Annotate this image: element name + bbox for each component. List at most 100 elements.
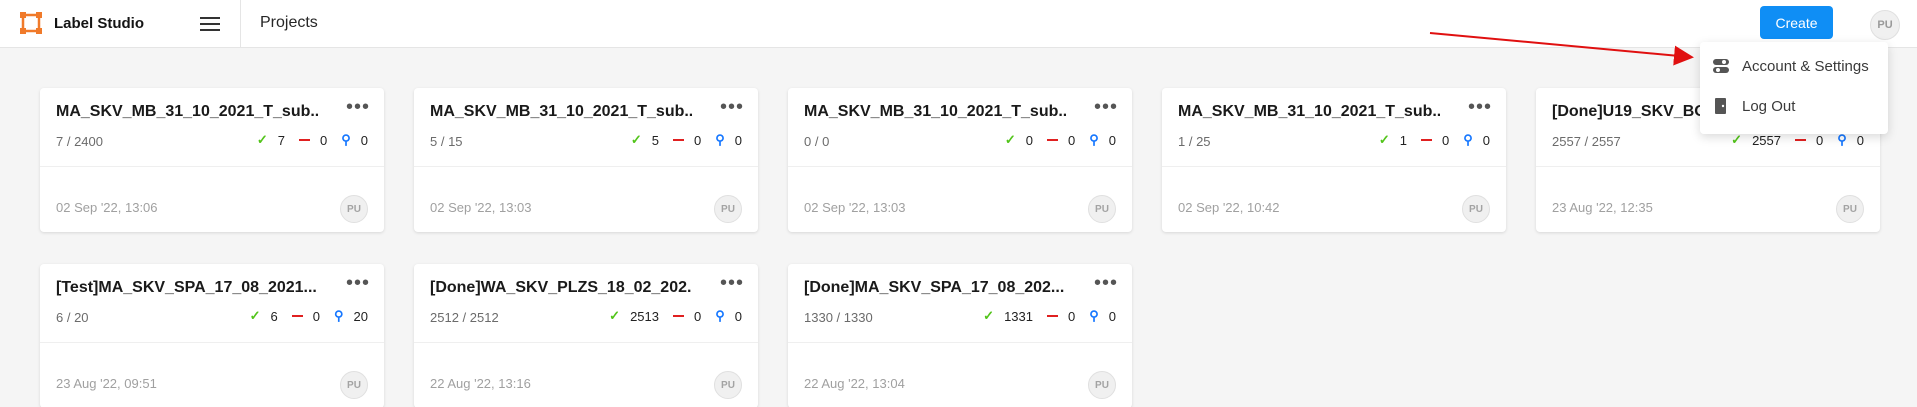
- settings-toggle-icon: [1713, 59, 1729, 73]
- log-out-menu-item[interactable]: Log Out: [1700, 86, 1888, 126]
- project-date: 22 Aug '22, 13:04: [804, 376, 905, 391]
- completed-count: 0: [1025, 132, 1033, 148]
- project-card[interactable]: MA_SKV_MB_31_10_2021_T_sub... ••• 0 / 0 …: [788, 88, 1132, 232]
- hamburger-menu-icon[interactable]: [198, 14, 222, 34]
- lightbulb-icon: ⚲: [1837, 132, 1847, 147]
- account-settings-menu-item[interactable]: Account & Settings: [1700, 46, 1888, 86]
- predictions-stat: ⚲ 0: [1089, 308, 1116, 324]
- skipped-stat: 0: [673, 133, 701, 148]
- skipped-stat: 0: [1047, 133, 1075, 148]
- card-divider: [40, 166, 384, 167]
- project-card[interactable]: [Done]WA_SKV_PLZS_18_02_202... ••• 2512 …: [414, 264, 758, 407]
- skipped-stat: 0: [1047, 309, 1075, 324]
- project-card[interactable]: [Done]MA_SKV_SPA_17_08_202... ••• 1330 /…: [788, 264, 1132, 407]
- completed-count: 5: [651, 132, 659, 148]
- project-card[interactable]: MA_SKV_MB_31_10_2021_T_sub... ••• 7 / 24…: [40, 88, 384, 232]
- skipped-stat: 0: [291, 308, 320, 324]
- more-options-icon[interactable]: •••: [1468, 97, 1492, 117]
- project-card[interactable]: [Test]MA_SKV_SPA_17_08_2021... ••• 6 / 2…: [40, 264, 384, 407]
- page-title: Projects: [260, 14, 318, 31]
- task-progress: 0 / 0: [804, 134, 830, 149]
- brand[interactable]: Label Studio: [20, 12, 144, 34]
- log-out-label: Log Out: [1742, 97, 1796, 115]
- project-card[interactable]: MA_SKV_MB_31_10_2021_T_sub... ••• 5 / 15…: [414, 88, 758, 232]
- skipped-count: 0: [694, 132, 702, 148]
- more-options-icon[interactable]: •••: [346, 273, 370, 293]
- project-date: 02 Sep '22, 10:42: [1178, 200, 1280, 215]
- card-divider: [414, 342, 758, 343]
- project-card[interactable]: MA_SKV_MB_31_10_2021_T_sub... ••• 1 / 25…: [1162, 88, 1506, 232]
- completed-stat: ✓ 2557: [1731, 132, 1781, 148]
- label-studio-logo-icon: [20, 12, 42, 34]
- project-date: 02 Sep '22, 13:03: [804, 200, 906, 215]
- predictions-count: 0: [360, 132, 368, 148]
- door-icon: [1715, 98, 1726, 114]
- skipped-count: 0: [1816, 132, 1824, 148]
- project-date: 02 Sep '22, 13:06: [56, 200, 158, 215]
- owner-avatar: PU: [714, 371, 742, 399]
- predictions-stat: ⚲ 0: [1089, 132, 1116, 148]
- card-divider: [40, 342, 384, 343]
- task-progress: 2512 / 2512: [430, 310, 499, 325]
- project-stats: ✓ 1 0 ⚲ 0: [1365, 132, 1490, 148]
- project-stats: ✓ 6 0 ⚲ 20: [236, 308, 368, 324]
- check-icon: ✓: [983, 308, 995, 323]
- owner-avatar: PU: [1836, 195, 1864, 223]
- predictions-stat: ⚲ 0: [715, 308, 742, 324]
- predictions-count: 0: [1856, 132, 1864, 148]
- check-icon: ✓: [1004, 132, 1016, 147]
- owner-avatar: PU: [1462, 195, 1490, 223]
- minus-icon: [1795, 139, 1806, 141]
- predictions-count: 0: [734, 308, 742, 324]
- owner-avatar: PU: [340, 371, 368, 399]
- completed-stat: ✓ 1331: [983, 308, 1033, 324]
- more-options-icon[interactable]: •••: [720, 273, 744, 293]
- project-title: MA_SKV_MB_31_10_2021_T_sub...: [430, 103, 692, 120]
- owner-avatar: PU: [1088, 195, 1116, 223]
- predictions-count: 0: [1108, 308, 1116, 324]
- project-title: MA_SKV_MB_31_10_2021_T_sub...: [804, 103, 1066, 120]
- minus-icon: [673, 139, 684, 141]
- owner-avatar: PU: [714, 195, 742, 223]
- more-options-icon[interactable]: •••: [720, 97, 744, 117]
- project-stats: ✓ 7 0 ⚲ 0: [243, 132, 368, 148]
- completed-stat: ✓ 6: [250, 308, 278, 324]
- card-divider: [1162, 166, 1506, 167]
- lightbulb-icon: ⚲: [341, 132, 351, 147]
- task-progress: 1 / 25: [1178, 134, 1211, 149]
- check-icon: ✓: [1731, 132, 1743, 147]
- completed-stat: ✓ 1: [1379, 132, 1407, 148]
- user-avatar[interactable]: PU: [1870, 10, 1900, 40]
- project-stats: ✓ 1331 0 ⚲ 0: [969, 308, 1116, 324]
- task-progress: 6 / 20: [56, 310, 89, 325]
- project-title: MA_SKV_MB_31_10_2021_T_sub...: [1178, 103, 1440, 120]
- app-name: Label Studio: [54, 14, 144, 32]
- create-button[interactable]: Create: [1760, 6, 1833, 39]
- predictions-count: 20: [353, 308, 368, 324]
- lightbulb-icon: ⚲: [1089, 132, 1099, 147]
- more-options-icon[interactable]: •••: [1094, 97, 1118, 117]
- project-date: 22 Aug '22, 13:16: [430, 376, 531, 391]
- skipped-stat: 0: [1795, 133, 1823, 148]
- skipped-stat: 0: [1421, 133, 1449, 148]
- lightbulb-icon: ⚲: [334, 308, 344, 323]
- skipped-count: 0: [320, 132, 328, 148]
- task-progress: 2557 / 2557: [1552, 134, 1621, 149]
- completed-count: 2557: [1752, 132, 1781, 148]
- predictions-stat: ⚲ 0: [1837, 132, 1864, 148]
- lightbulb-icon: ⚲: [1463, 132, 1473, 147]
- minus-icon: [1047, 315, 1058, 317]
- predictions-count: 0: [1482, 132, 1490, 148]
- more-options-icon[interactable]: •••: [346, 97, 370, 117]
- completed-stat: ✓ 2513: [609, 308, 659, 324]
- project-date: 23 Aug '22, 09:51: [56, 376, 157, 391]
- divider: [240, 0, 241, 48]
- skipped-count: 0: [312, 308, 320, 324]
- minus-icon: [673, 315, 684, 317]
- skipped-count: 0: [694, 308, 702, 324]
- more-options-icon[interactable]: •••: [1094, 273, 1118, 293]
- skipped-stat: 0: [299, 133, 327, 148]
- account-settings-label: Account & Settings: [1742, 57, 1869, 75]
- predictions-stat: ⚲ 0: [1463, 132, 1490, 148]
- completed-count: 6: [270, 308, 278, 324]
